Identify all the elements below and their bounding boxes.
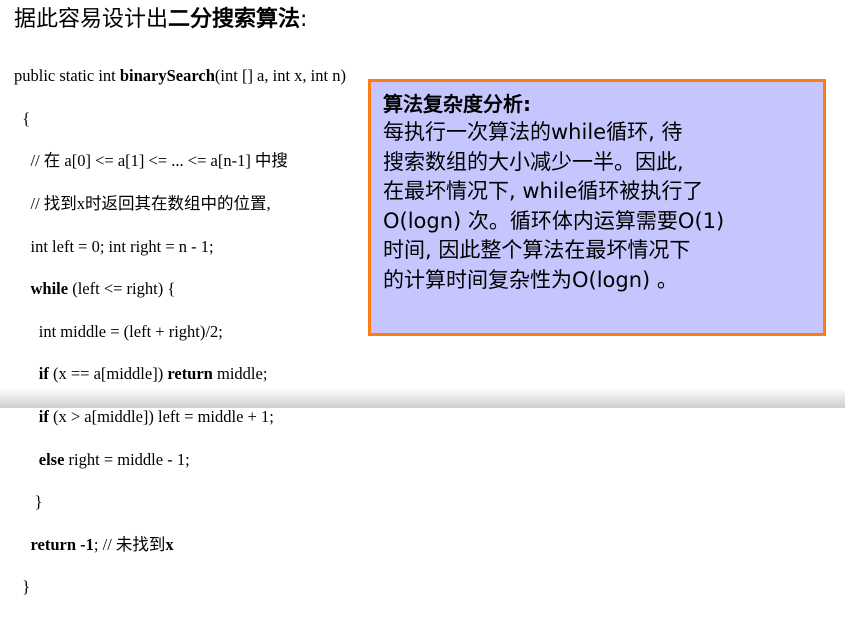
code-text: int left = 0; int right = n - 1; bbox=[30, 236, 214, 256]
code-line-signature: public static int binarySearch(int [] a,… bbox=[14, 65, 346, 86]
code-line-if-2: if (x > a[middle]) left = middle + 1; bbox=[14, 406, 346, 427]
code-line-if-1: if (x == a[middle]) return middle; bbox=[14, 363, 346, 384]
code-text: middle; bbox=[212, 364, 268, 384]
code-line-middle: int middle = (left + right)/2; bbox=[14, 321, 346, 342]
code-text: } bbox=[22, 577, 31, 597]
analysis-line: 搜索数组的大小减少一半。因此, bbox=[383, 149, 684, 174]
code-text: } bbox=[34, 492, 43, 512]
code-comment: // 找到x时返回其在数组中的位置, bbox=[30, 194, 271, 214]
code-comment-var: x bbox=[165, 534, 174, 554]
code-line-inner-close: } bbox=[14, 491, 346, 512]
code-line-open-brace: { bbox=[14, 108, 346, 129]
code-line-decl: int left = 0; int right = n - 1; bbox=[14, 236, 346, 257]
analysis-line: O(logn) 次。循环体内运算需要O(1) bbox=[383, 208, 725, 233]
keyword: else bbox=[38, 449, 65, 469]
code-comment: // 在 a[0] <= a[1] <= ... <= a[n-1] 中搜 bbox=[30, 151, 288, 171]
analysis-title: 算法复杂度分析: bbox=[383, 92, 531, 116]
keyword: if bbox=[38, 407, 49, 427]
code-line-comment-1: // 在 a[0] <= a[1] <= ... <= a[n-1] 中搜 bbox=[14, 150, 346, 171]
code-text: int middle = (left + right)/2; bbox=[38, 321, 223, 341]
code-line-else: else right = middle - 1; bbox=[14, 449, 346, 470]
code-text: public static int bbox=[14, 66, 120, 86]
code-line-comment-2: // 找到x时返回其在数组中的位置, bbox=[14, 193, 346, 214]
return-value: -1 bbox=[76, 534, 94, 554]
code-text: right = middle - 1; bbox=[64, 449, 190, 469]
code-comment: ; // 未找到 bbox=[93, 534, 166, 554]
slide-heading: 据此容易设计出二分搜索算法: bbox=[14, 4, 307, 36]
code-text: (x == a[middle]) bbox=[48, 364, 168, 384]
code-block: public static int binarySearch(int [] a,… bbox=[14, 44, 346, 619]
code-text: (left <= right) { bbox=[68, 279, 176, 299]
complexity-analysis-box: 算法复杂度分析: 每执行一次算法的while循环, 待 搜索数组的大小减少一半。… bbox=[368, 79, 826, 336]
keyword: return bbox=[30, 534, 77, 554]
heading-suffix: : bbox=[300, 7, 308, 32]
code-text: (x > a[middle]) left = middle + 1; bbox=[48, 407, 274, 427]
heading-emphasis: 二分搜索算法 bbox=[168, 7, 301, 32]
keyword: while bbox=[30, 279, 69, 299]
analysis-line: 的计算时间复杂性为O(logn) 。 bbox=[383, 267, 678, 292]
code-line-while: while (left <= right) { bbox=[14, 278, 346, 299]
analysis-line: 每执行一次算法的while循环, 待 bbox=[383, 120, 683, 144]
bottom-gradient-bar bbox=[0, 388, 845, 408]
code-text: (int [] a, int x, int n) bbox=[214, 66, 346, 86]
keyword: if bbox=[38, 364, 49, 384]
code-text: { bbox=[22, 108, 31, 128]
analysis-line: 在最坏情况下, while循环被执行了 bbox=[383, 179, 704, 203]
function-name: binarySearch bbox=[119, 66, 215, 86]
heading-prefix: 据此容易设计出 bbox=[14, 7, 169, 32]
keyword: return bbox=[167, 364, 213, 384]
code-line-return: return -1; // 未找到x bbox=[14, 534, 346, 555]
analysis-line: 时间, 因此整个算法在最坏情况下 bbox=[383, 238, 691, 262]
code-line-close-brace: } bbox=[14, 576, 346, 597]
